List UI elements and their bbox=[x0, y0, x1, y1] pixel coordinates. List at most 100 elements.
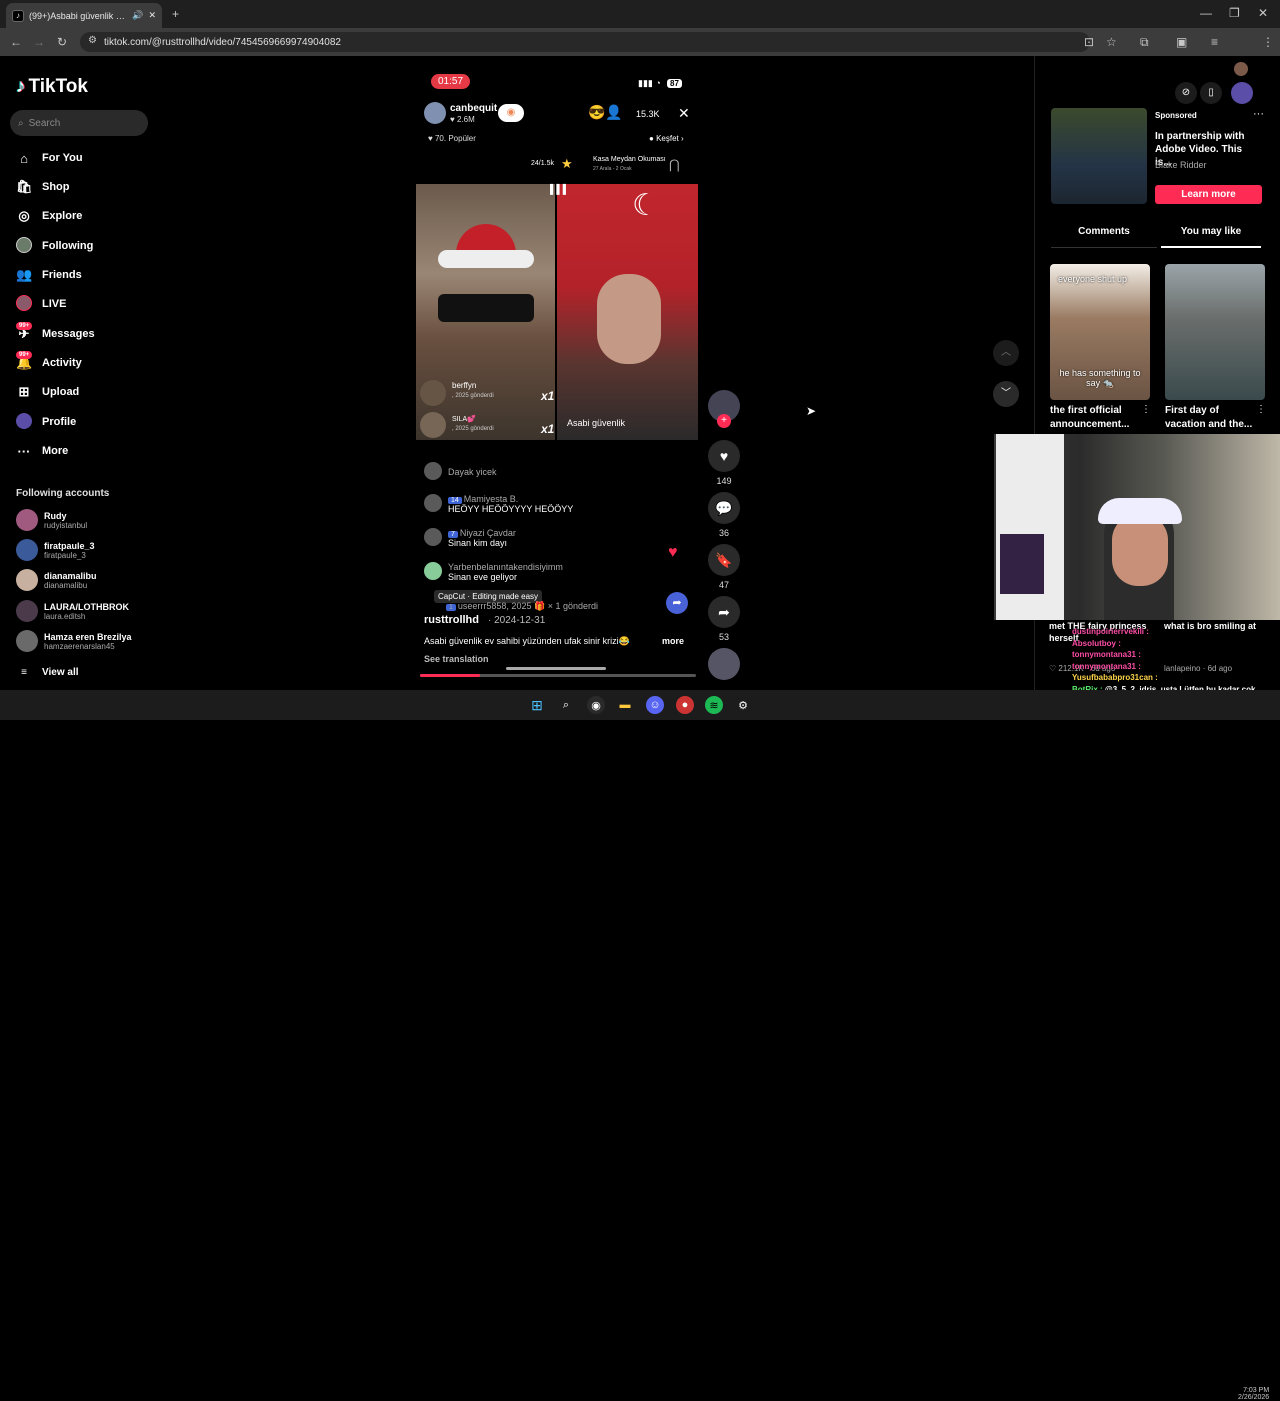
account-item[interactable]: firatpaule_3 firatpaule_3 bbox=[16, 536, 95, 564]
speaker-icon[interactable]: 🔊 bbox=[132, 10, 143, 21]
follow-host-icon[interactable]: ◉ bbox=[498, 104, 524, 122]
window-close-icon[interactable]: ✕ bbox=[1258, 7, 1268, 19]
browser-menu-icon[interactable]: ⋮ bbox=[1262, 36, 1274, 48]
account-item[interactable]: Rudy rudyistanbul bbox=[16, 506, 87, 534]
view-all-link[interactable]: ≡ View all bbox=[16, 661, 78, 683]
share-button[interactable]: ➦ bbox=[708, 596, 740, 628]
video-options-icon[interactable]: ⋮ bbox=[1141, 404, 1151, 415]
app-icon[interactable]: ● bbox=[676, 696, 694, 714]
address-bar[interactable]: ⚙ tiktok.com/@rusttrollhd/video/74545696… bbox=[80, 32, 1090, 52]
site-info-icon[interactable]: ⚙ bbox=[88, 36, 97, 46]
rank-label[interactable]: ♥ 70. Popüler bbox=[428, 134, 476, 143]
chat-message: 14 Mamiyesta B. HEÖYY HEÖÖYYYY HEÖÖYY bbox=[424, 494, 573, 514]
back-icon[interactable]: ← bbox=[10, 36, 22, 48]
gift-user: berffyn bbox=[452, 381, 477, 390]
ad-more-icon[interactable]: ··· bbox=[1253, 108, 1264, 120]
more-link[interactable]: more bbox=[662, 636, 684, 646]
nav-following[interactable]: Following bbox=[16, 235, 93, 257]
nav-for-you[interactable]: ⌂ For You bbox=[16, 147, 83, 169]
comment-icon: 💬 bbox=[715, 499, 733, 516]
follow-plus-icon[interactable]: + bbox=[717, 414, 731, 428]
chrome-icon[interactable]: ◉ bbox=[587, 696, 605, 714]
list-icon: ≡ bbox=[21, 666, 27, 678]
search-input[interactable]: ⌕ Search bbox=[10, 110, 148, 136]
avatar bbox=[424, 494, 442, 512]
nav-live[interactable]: LIVE bbox=[16, 293, 66, 315]
extensions-icon[interactable]: ⧉ bbox=[1140, 36, 1149, 48]
chat-text: Sinan kim dayı bbox=[448, 538, 508, 548]
nav-friends[interactable]: 👥 Friends bbox=[16, 264, 82, 286]
thumb-overlay-bottom: he has something to say 🐀 bbox=[1059, 368, 1141, 388]
new-tab-icon[interactable]: + bbox=[172, 8, 179, 20]
taskbar-search-icon[interactable]: ⌕ bbox=[557, 696, 575, 714]
tiktok-logo[interactable]: ♪ TikTok bbox=[16, 76, 88, 98]
account-item[interactable]: Hamza eren Brezilya hamzaerenarslan45 bbox=[16, 627, 132, 655]
account-item[interactable]: LAURA/LOTHBROK laura.editsh bbox=[16, 597, 129, 625]
close-live-icon[interactable]: ✕ bbox=[678, 105, 690, 122]
bookmark-icon: 🔖 bbox=[715, 551, 733, 568]
nav-activity[interactable]: 🔔 99+ Activity bbox=[16, 351, 82, 374]
video-player[interactable]: 01:57 ▮▮▮ ◔ 87 canbequit ♥ 2.6M ◉ 😎👤 15.… bbox=[416, 70, 698, 680]
chat-user: Niyazi Çavdar bbox=[459, 528, 516, 538]
tab-comments[interactable]: Comments bbox=[1051, 226, 1157, 248]
prev-video-chevron-up-icon[interactable]: ︿ bbox=[993, 340, 1019, 366]
device-icon[interactable]: ▯ bbox=[1200, 82, 1222, 104]
discover-link[interactable]: ● Keşfet › bbox=[649, 134, 684, 143]
brand-name: TikTok bbox=[28, 76, 88, 97]
heart-float-icon: ♥ bbox=[668, 544, 678, 561]
host-avatar[interactable] bbox=[424, 102, 446, 124]
ad-thumbnail[interactable] bbox=[1051, 108, 1147, 204]
next-video-chevron-down-icon[interactable]: ﹀ bbox=[993, 381, 1019, 407]
nav-label: For You bbox=[42, 152, 83, 164]
video-title[interactable]: First day of vacation and the... bbox=[1165, 404, 1261, 432]
see-translation-link[interactable]: See translation bbox=[424, 654, 489, 664]
side-panel-icon[interactable]: ▣ bbox=[1176, 36, 1187, 48]
share-bubble-icon[interactable]: ➦ bbox=[666, 592, 688, 614]
save-button[interactable]: 🔖 bbox=[708, 544, 740, 576]
user-avatar-icon[interactable] bbox=[1231, 82, 1253, 104]
bookmark-star-icon[interactable]: ☆ bbox=[1106, 36, 1117, 48]
clock[interactable]: 7:03 PM 2/26/2026 bbox=[1238, 1387, 1269, 1401]
avatar bbox=[16, 569, 38, 591]
nav-label: Following bbox=[42, 240, 94, 252]
level-badge: 14 bbox=[448, 497, 462, 504]
host-camera-feed: berffyn , 2025 gönderdi x1 SILA💕 , 2025 … bbox=[416, 184, 555, 440]
nav-more[interactable]: ··· More bbox=[16, 440, 69, 462]
music-disc-icon[interactable] bbox=[708, 648, 740, 680]
video-options-icon[interactable]: ⋮ bbox=[1256, 404, 1266, 415]
video-title[interactable]: the first official announcement... bbox=[1050, 404, 1146, 432]
event-icon: ⋂ bbox=[669, 157, 680, 172]
app-icon[interactable]: ⚙ bbox=[734, 696, 752, 714]
nav-shop[interactable]: 🛍 Shop bbox=[16, 176, 70, 198]
like-button[interactable]: ♥ bbox=[708, 440, 740, 472]
install-app-icon[interactable]: ⊡ bbox=[1084, 36, 1094, 48]
record-timer: 01:57 bbox=[431, 74, 471, 89]
author-name[interactable]: rusttrollhd bbox=[424, 614, 479, 626]
host-likes: ♥ 2.6M bbox=[450, 115, 475, 124]
browser-tab-bar: ♪ (99+)Asbabi güvenlik ev sahi 🔊 ✕ + — ❐… bbox=[0, 0, 1280, 28]
nav-explore[interactable]: ◎ Explore bbox=[16, 205, 82, 227]
file-explorer-icon[interactable]: ▬ bbox=[616, 696, 634, 714]
video-thumbnail[interactable]: everyone shut up he has something to say… bbox=[1050, 264, 1150, 400]
nav-upload[interactable]: ⊞ Upload bbox=[16, 381, 80, 403]
forward-icon[interactable]: → bbox=[33, 36, 45, 48]
reload-icon[interactable]: ↻ bbox=[57, 36, 67, 48]
nav-messages[interactable]: ✈ 99+ Messages bbox=[16, 322, 95, 345]
tab-you-may-like[interactable]: You may like bbox=[1161, 226, 1261, 248]
tab-close-icon[interactable]: ✕ bbox=[148, 10, 156, 21]
windows-start-icon[interactable]: ⊞ bbox=[528, 696, 546, 714]
browser-tab[interactable]: ♪ (99+)Asbabi güvenlik ev sahi 🔊 ✕ bbox=[6, 3, 162, 28]
minimize-icon[interactable]: — bbox=[1200, 7, 1212, 19]
learn-more-button[interactable]: Learn more bbox=[1155, 185, 1262, 204]
compass-icon: ◎ bbox=[18, 208, 30, 223]
nav-profile[interactable]: Profile bbox=[16, 411, 76, 433]
host-name[interactable]: canbequit bbox=[450, 103, 497, 114]
media-controls-icon[interactable]: ≡ bbox=[1211, 36, 1218, 48]
restore-icon[interactable]: ❐ bbox=[1229, 7, 1240, 19]
spotify-icon[interactable]: ≋ bbox=[705, 696, 723, 714]
mini-player-icon[interactable]: ⊘ bbox=[1175, 82, 1197, 104]
comment-button[interactable]: 💬 bbox=[708, 492, 740, 524]
discord-icon[interactable]: ☺ bbox=[646, 696, 664, 714]
video-thumbnail[interactable] bbox=[1165, 264, 1265, 400]
account-item[interactable]: dianamalibu dianamalibu bbox=[16, 566, 97, 594]
